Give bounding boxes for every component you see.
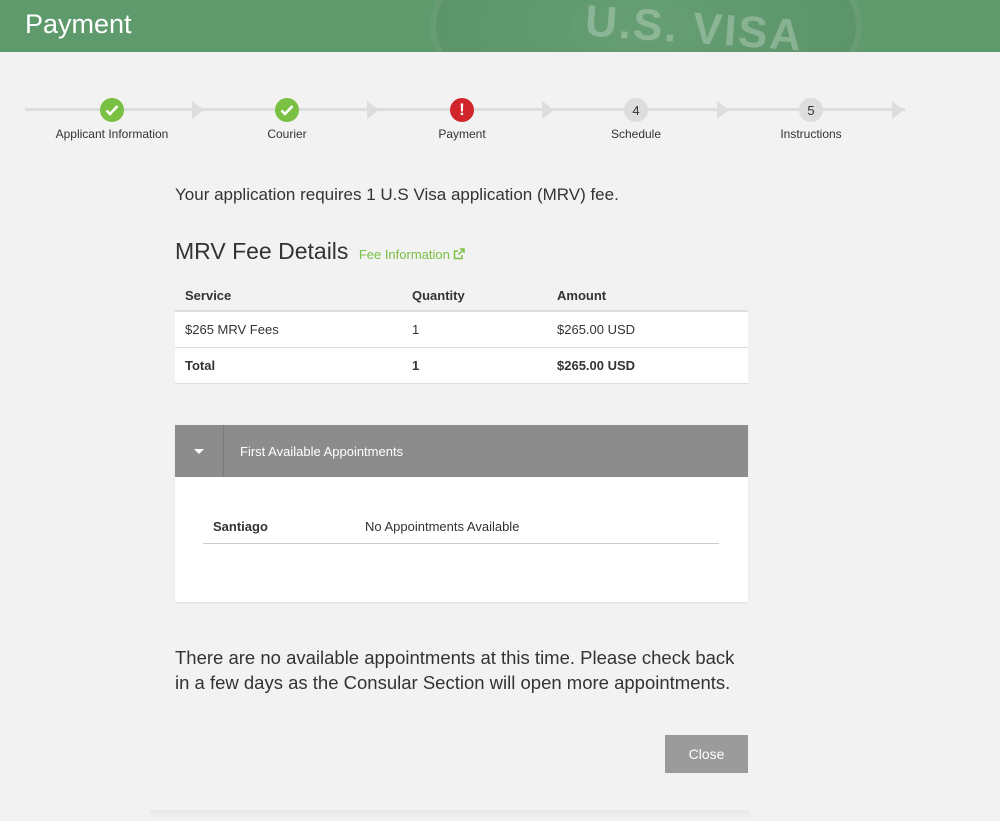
appointments-panel-header[interactable]: First Available Appointments (175, 425, 748, 477)
page-header: U.S. VISA Payment (0, 0, 1000, 52)
quantity-cell: 1 (402, 311, 547, 348)
fee-information-link[interactable]: Fee Information (359, 247, 466, 262)
fee-details-heading: MRV Fee Details Fee Information (175, 238, 466, 265)
step-label: Payment (438, 127, 486, 141)
appointment-city: Santiago (213, 519, 268, 534)
step-schedule: 4 Schedule (549, 98, 723, 141)
column-header: Service (175, 280, 402, 312)
step-number: 4 (624, 98, 648, 122)
external-link-icon (454, 248, 466, 260)
caret-down-icon (194, 448, 204, 454)
step-label: Instructions (780, 127, 842, 141)
total-row: Total 1 $265.00 USD (175, 347, 748, 384)
footer-shadow (150, 810, 750, 821)
service-cell: $265 MRV Fees (175, 311, 402, 348)
table-row: $265 MRV Fees 1 $265.00 USD (175, 311, 748, 348)
step-instructions: 5 Instructions (724, 98, 898, 141)
total-label: Total (175, 347, 402, 384)
fee-details-title: MRV Fee Details (175, 238, 349, 264)
step-payment: ! Payment (375, 98, 549, 141)
step-applicant-information: Applicant Information (25, 98, 199, 141)
no-appointments-notice: There are no available appointments at t… (175, 647, 735, 693)
step-label: Courier (267, 127, 307, 141)
check-icon (275, 98, 299, 122)
total-amount: $265.00 USD (547, 347, 748, 384)
step-courier: Courier (200, 98, 374, 141)
collapse-toggle-button[interactable] (175, 425, 224, 477)
appointment-row: Santiago No Appointments Available (203, 516, 719, 544)
amount-cell: $265.00 USD (547, 311, 748, 348)
column-header: Amount (547, 280, 748, 312)
check-icon (100, 98, 124, 122)
table-header-row: Service Quantity Amount (175, 280, 748, 312)
fee-table: Service Quantity Amount $265 MRV Fees 1 … (175, 280, 748, 384)
appointments-panel-title: First Available Appointments (240, 443, 404, 459)
step-label: Schedule (610, 127, 662, 141)
error-icon: ! (450, 98, 474, 122)
fee-information-label: Fee Information (358, 247, 450, 262)
total-quantity: 1 (402, 347, 547, 384)
column-header: Quantity (402, 280, 547, 312)
appointments-panel: First Available Appointments Santiago No… (175, 425, 748, 602)
step-number: 5 (799, 98, 823, 122)
fee-requirement-text: Your application requires 1 U.S Visa app… (175, 185, 619, 204)
page-title: Payment (25, 9, 132, 39)
appointment-status: No Appointments Available (365, 519, 520, 534)
close-button[interactable]: Close (665, 735, 748, 773)
progress-stepper: Applicant Information Courier ! Payment … (0, 92, 1000, 152)
step-label: Applicant Information (55, 127, 169, 141)
